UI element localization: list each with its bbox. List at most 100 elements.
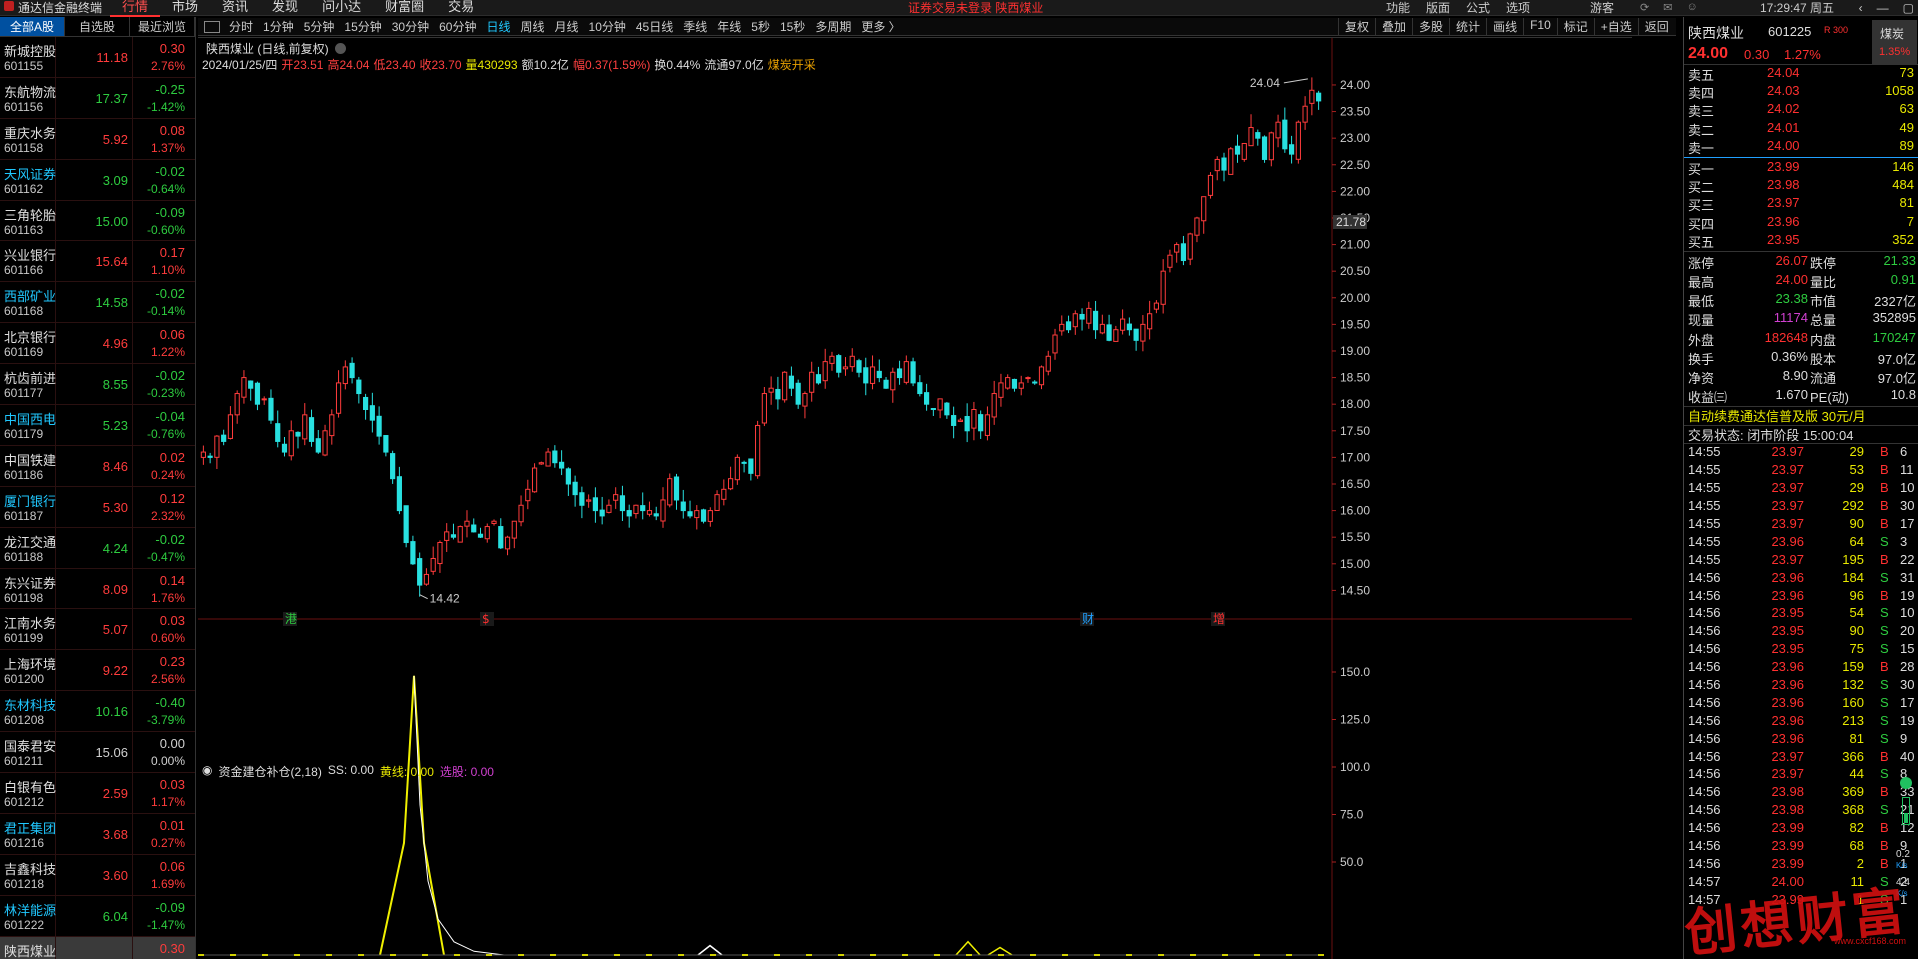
menu-问小达[interactable]: 问小达: [310, 0, 373, 17]
stock-row[interactable]: 陕西煤业 0.30: [0, 936, 195, 959]
chart-concept[interactable]: 煤炭开采: [768, 56, 816, 73]
buy-row[interactable]: 买四 23.96 7: [1684, 214, 1918, 232]
tool-画线[interactable]: 画线: [1486, 18, 1523, 35]
indicator-name[interactable]: 资金建仓补仓(2,18): [218, 763, 321, 780]
stock-row[interactable]: 龙江交通 601188 4.24 -0.02 -0.47%: [0, 527, 195, 569]
right-menu-功能[interactable]: 功能: [1378, 0, 1418, 16]
maximize-icon[interactable]: ▢: [1903, 1, 1914, 15]
period-1分钟[interactable]: 1分钟: [258, 18, 299, 35]
period-15分钟[interactable]: 15分钟: [339, 18, 386, 35]
period-分时[interactable]: 分时: [224, 18, 258, 35]
period-5分钟[interactable]: 5分钟: [299, 18, 340, 35]
tool-多股[interactable]: 多股: [1412, 18, 1449, 35]
buy-row[interactable]: 买一 23.99 146: [1684, 159, 1918, 177]
menu-交易[interactable]: 交易: [436, 0, 486, 17]
minimize-icon[interactable]: —: [1877, 1, 1889, 15]
tick-time: 14:56: [1688, 820, 1721, 836]
message-icon[interactable]: ✉: [1663, 1, 1672, 14]
stock-row[interactable]: 上海环境 601200 9.22 0.23 2.56%: [0, 650, 195, 692]
user-icon[interactable]: ☺: [1686, 1, 1697, 14]
sell-row[interactable]: 卖五 24.04 73: [1684, 65, 1918, 83]
stock-percent: 0.27%: [150, 835, 185, 850]
stock-row[interactable]: 北京银行 601169 4.96 0.06 1.22%: [0, 323, 195, 365]
stock-row[interactable]: 中国西电 601179 5.23 -0.04 -0.76%: [0, 405, 195, 446]
period-10分钟[interactable]: 10分钟: [584, 18, 631, 35]
stock-row[interactable]: 三角轮胎 601163 15.00 -0.09 -0.60%: [0, 200, 195, 242]
period-toolbar: 分时 1分钟 5分钟 15分钟 30分钟 60分钟 日线 周线 月线 10分钟 45日线 季线 年线 5秒…: [198, 18, 1676, 36]
period-月线[interactable]: 月线: [550, 18, 584, 35]
buy-row[interactable]: 买五 23.95 352: [1684, 232, 1918, 250]
tool-标记[interactable]: 标记: [1556, 18, 1594, 35]
buy-row[interactable]: 买三 23.97 81: [1684, 195, 1918, 213]
tool-统计[interactable]: 统计: [1449, 18, 1486, 35]
stock-row[interactable]: 重庆水务 601158 5.92 0.08 1.37%: [0, 118, 195, 160]
menu-行情[interactable]: 行情: [110, 0, 161, 17]
sell-row[interactable]: 卖二 24.01 49: [1684, 120, 1918, 138]
back-icon[interactable]: ‹: [1859, 1, 1863, 15]
sell-row[interactable]: 卖三 24.02 63: [1684, 101, 1918, 119]
tool-返回[interactable]: 返回: [1637, 18, 1675, 35]
stock-row[interactable]: 林洋能源 601222 6.04 -0.09 -1.47%: [0, 895, 195, 937]
tick-list[interactable]: 14:55 23.97 29 B 6 14:55 23.97 53 B 11 14:55 23.97 2…: [1684, 444, 1918, 909]
tab-最近浏览[interactable]: 最近浏览: [130, 17, 195, 36]
right-menu-版面[interactable]: 版面: [1418, 0, 1458, 16]
stock-row[interactable]: 新城控股 601155 11.18 0.30 2.76%: [0, 37, 195, 78]
event-marker: 增: [1213, 612, 1225, 626]
stock-row[interactable]: 国泰君安 601211 15.06 0.00 0.00%: [0, 732, 195, 774]
menu-资讯[interactable]: 资讯: [210, 0, 260, 17]
stock-row[interactable]: 东材科技 601208 10.16 -0.40 -3.79%: [0, 691, 195, 733]
buy-row[interactable]: 买二 23.98 484: [1684, 177, 1918, 195]
tool-F10[interactable]: F10: [1523, 18, 1557, 35]
tick-count: 20: [1900, 623, 1915, 639]
panel-toggle-icon[interactable]: [204, 20, 220, 33]
stock-row[interactable]: 杭齿前进 601177 8.55 -0.02 -0.23%: [0, 364, 195, 406]
stock-row[interactable]: 江南水务 601199 5.07 0.03 0.60%: [0, 609, 195, 651]
login-notice[interactable]: 证券交易未登录 陕西煤业: [908, 0, 1043, 16]
chart-options-icon[interactable]: [334, 43, 346, 54]
guest-label[interactable]: 游客: [1590, 0, 1614, 16]
tick-side: S: [1880, 766, 1889, 782]
stock-row[interactable]: 吉鑫科技 601218 3.60 0.06 1.69%: [0, 854, 195, 896]
stock-row[interactable]: 白银有色 601212 2.59 0.03 1.17%: [0, 773, 195, 814]
tick-side: S: [1880, 730, 1889, 746]
tab-自选股[interactable]: 自选股: [65, 17, 130, 36]
period-多周期[interactable]: 多周期: [810, 18, 856, 35]
stock-row[interactable]: 东航物流 601156 17.37 -0.25 -1.42%: [0, 77, 195, 119]
period-45日线[interactable]: 45日线: [631, 18, 678, 35]
stock-row[interactable]: 兴业银行 601166 15.64 0.17 1.10%: [0, 241, 195, 283]
refresh-icon[interactable]: ⟳: [1640, 1, 1649, 14]
sell-row[interactable]: 卖四 24.03 1058: [1684, 83, 1918, 101]
tab-全部A股[interactable]: 全部A股: [0, 17, 65, 36]
menu-财富圈[interactable]: 财富圈: [373, 0, 436, 17]
tool-复权[interactable]: 复权: [1338, 18, 1375, 35]
candle-body: [477, 533, 484, 538]
promo-banner[interactable]: 自动续费通达信普及版 30元/月: [1684, 406, 1918, 425]
right-menu-公式[interactable]: 公式: [1458, 0, 1498, 16]
period-年线[interactable]: 年线: [712, 18, 746, 35]
period-更多 〉[interactable]: 更多 〉: [856, 18, 905, 35]
menu-发现[interactable]: 发现: [260, 0, 310, 17]
period-15秒[interactable]: 15秒: [775, 18, 810, 35]
period-日线[interactable]: 日线: [481, 18, 515, 35]
period-周线[interactable]: 周线: [515, 18, 549, 35]
stock-row[interactable]: 中国铁建 601186 8.46 0.02 0.24%: [0, 445, 195, 487]
period-30分钟[interactable]: 30分钟: [387, 18, 434, 35]
period-季线[interactable]: 季线: [678, 18, 712, 35]
tool-叠加[interactable]: 叠加: [1375, 18, 1412, 35]
candle-body: [241, 377, 247, 398]
tool-+自选[interactable]: +自选: [1593, 18, 1638, 35]
kline-chart[interactable]: 24.0023.5023.0022.5022.0021.5021.0020.50…: [198, 37, 1632, 959]
period-60分钟[interactable]: 60分钟: [434, 18, 481, 35]
period-5秒[interactable]: 5秒: [746, 18, 775, 35]
industry-badge[interactable]: 煤炭 1.35%: [1872, 20, 1917, 64]
right-menu-选项[interactable]: 选项: [1498, 0, 1538, 16]
stock-row[interactable]: 东兴证券 601198 8.09 0.14 1.76%: [0, 568, 195, 610]
stat-row: 涨停 26.07 跌停 21.33: [1684, 253, 1918, 272]
stock-row[interactable]: 西部矿业 601168 14.58 -0.02 -0.14%: [0, 282, 195, 324]
stock-row[interactable]: 厦门银行 601187 5.30 0.12 2.32%: [0, 486, 195, 528]
indicator-options-icon[interactable]: ◉: [202, 763, 212, 780]
stock-row[interactable]: 君正集团 601216 3.68 0.01 0.27%: [0, 813, 195, 855]
sell-row[interactable]: 卖一 24.00 89: [1684, 138, 1918, 156]
menu-市场[interactable]: 市场: [160, 0, 210, 17]
stock-row[interactable]: 天风证券 601162 3.09 -0.02 -0.64%: [0, 159, 195, 201]
